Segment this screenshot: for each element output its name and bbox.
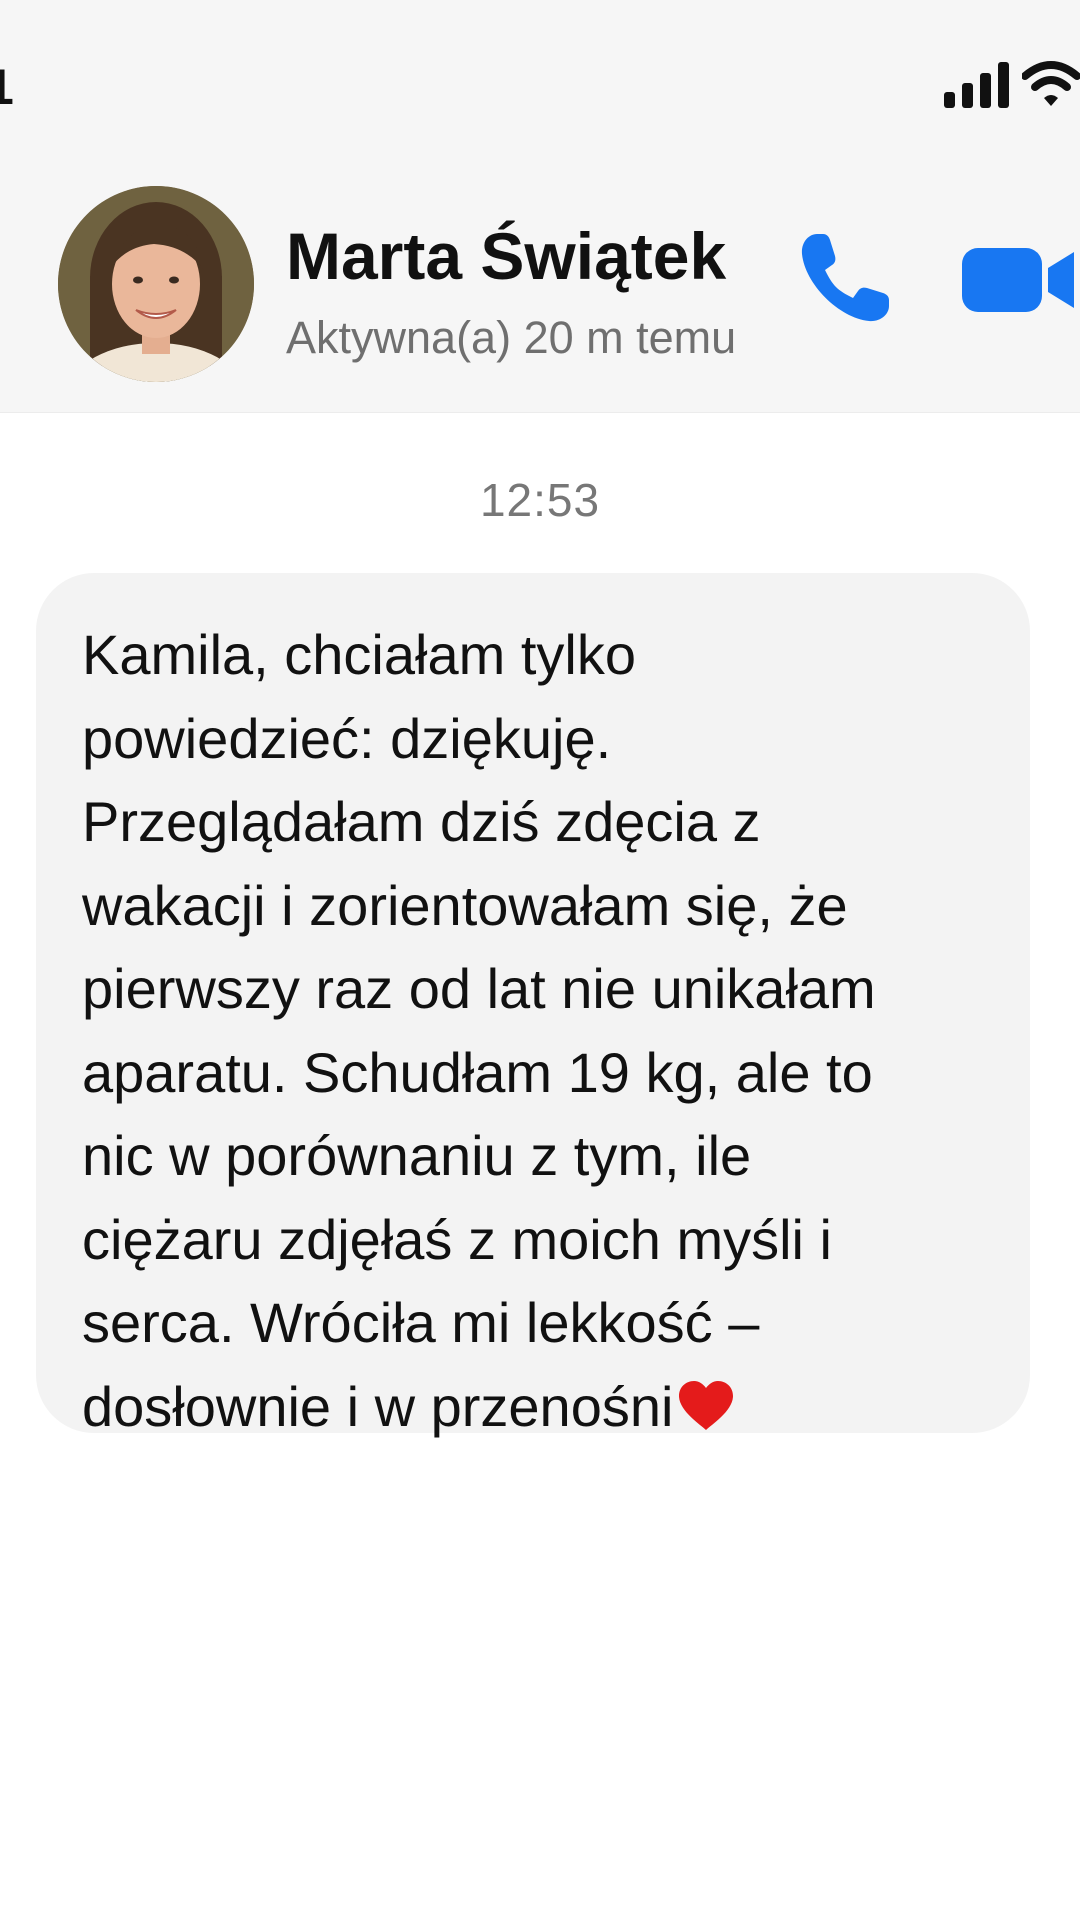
avatar-photo [58,186,254,382]
conversation[interactable]: 12:53 Kamila, chciałam tylko powiedzieć:… [0,413,1080,1920]
chat-screen: 1 Mart [0,0,1080,1920]
avatar[interactable] [58,186,254,382]
contact-name[interactable]: Marta Świątek [286,218,726,294]
message-timestamp: 12:53 [479,474,601,526]
message-body: Kamila, chciałam tylko powiedzieć: dzięk… [82,623,876,1438]
signal-icon [944,62,1009,108]
message-text: Kamila, chciałam tylko powiedzieć: dzięk… [82,613,1000,1448]
status-bar: 1 [0,0,1080,150]
chat-header: Marta Świątek Aktywna(a) 20 m temu [0,150,1080,413]
status-time: 1 [0,58,15,116]
phone-icon[interactable] [795,228,895,328]
heart-icon [679,1380,734,1430]
contact-status: Aktywna(a) 20 m temu [286,312,737,363]
wifi-icon [1022,61,1080,106]
incoming-message-bubble[interactable]: Kamila, chciałam tylko powiedzieć: dzięk… [36,573,1030,1438]
video-camera-icon[interactable] [962,238,1074,320]
